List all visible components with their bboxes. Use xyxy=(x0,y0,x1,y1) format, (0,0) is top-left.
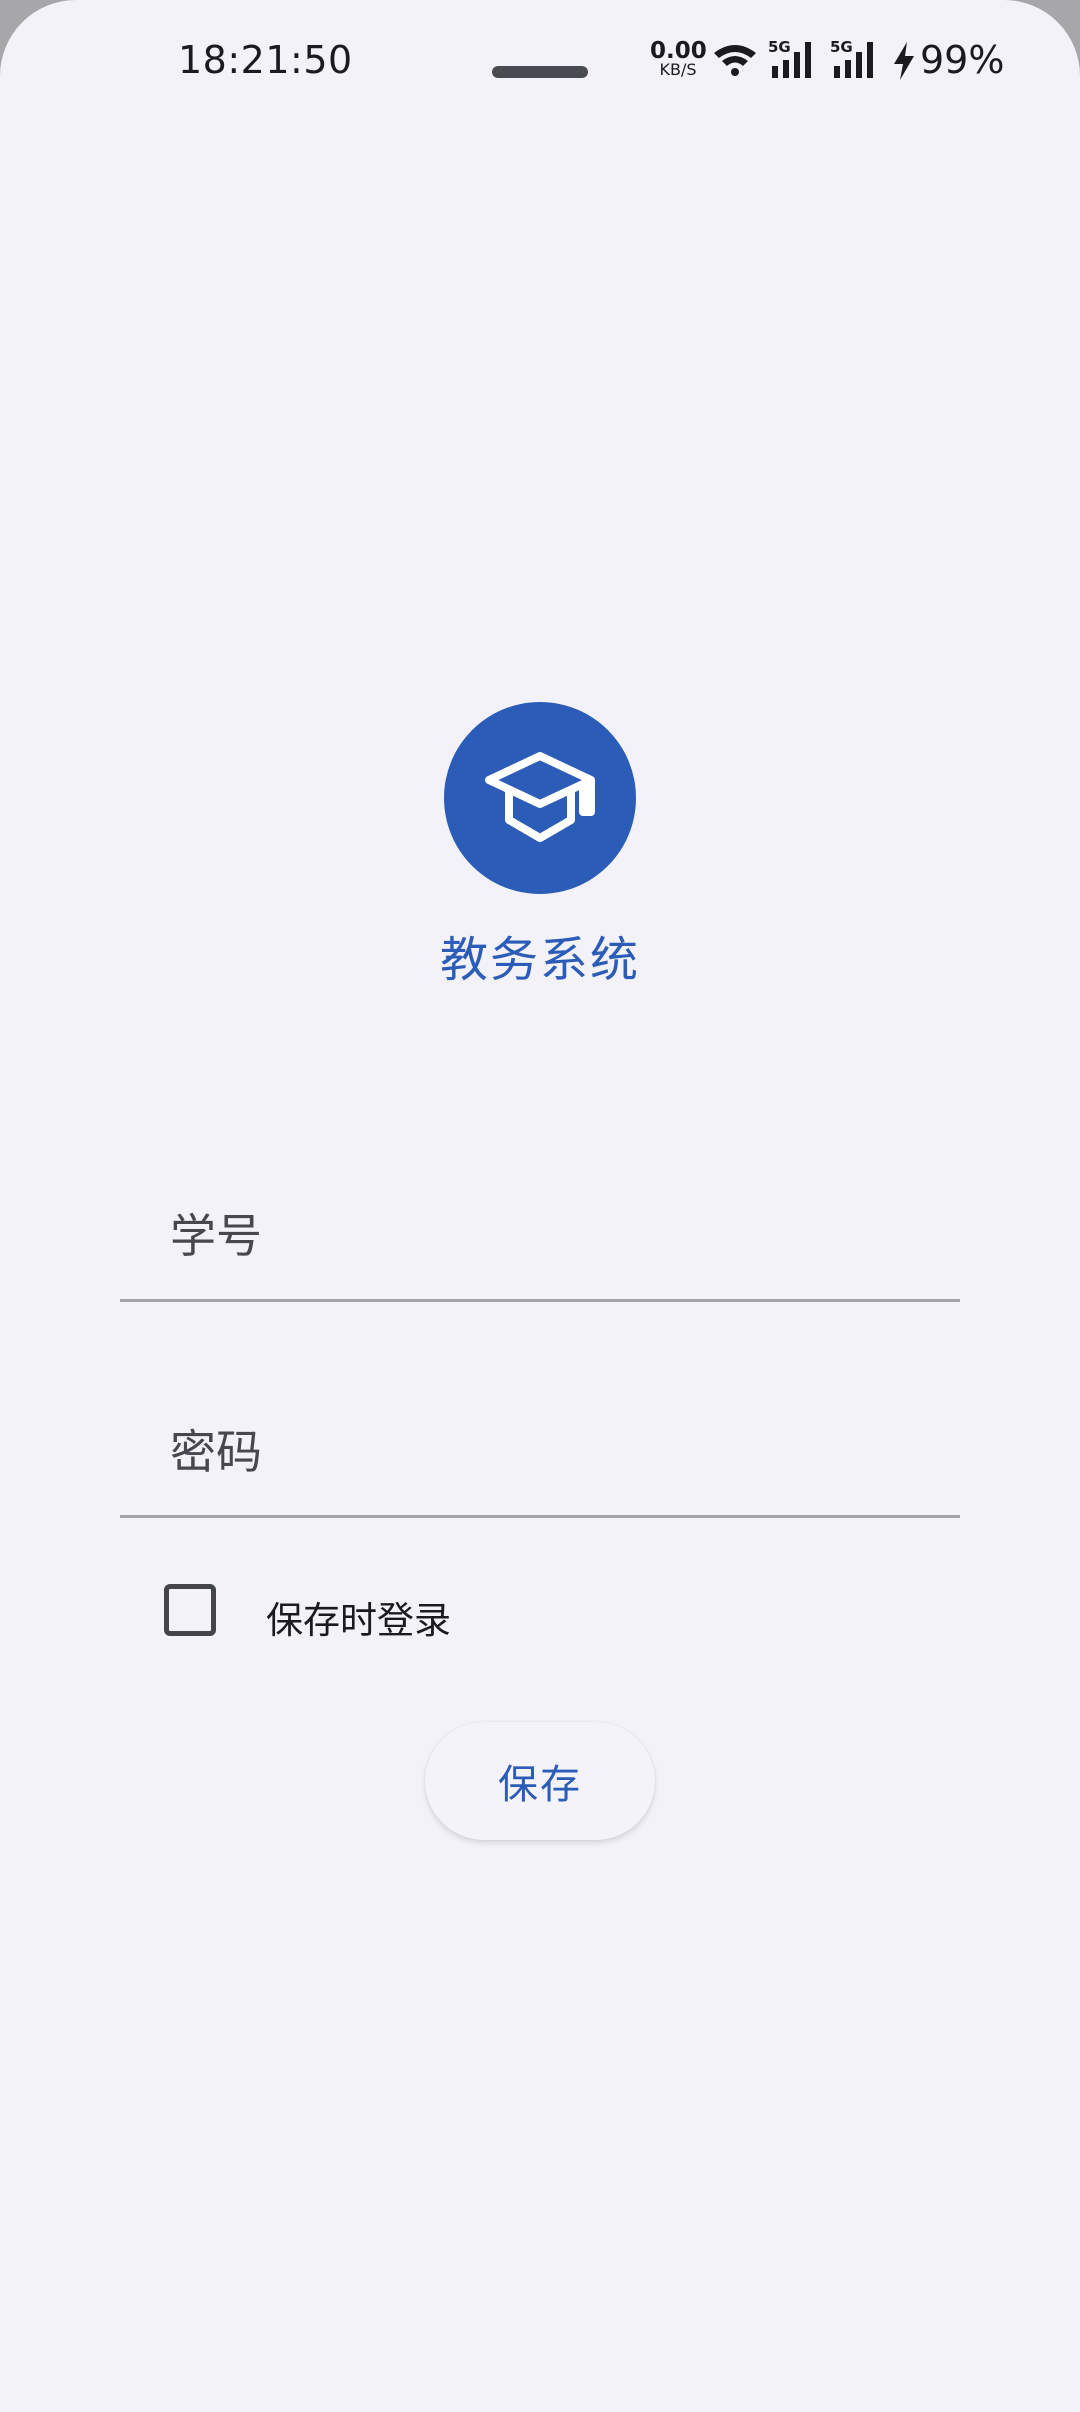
student-id-field-container xyxy=(120,1172,960,1302)
app-title: 教务系统 xyxy=(439,932,640,988)
login-on-save-row[interactable]: 保存时登录 xyxy=(140,1574,640,1654)
login-on-save-checkbox[interactable] xyxy=(164,1584,216,1636)
password-field-container xyxy=(120,1388,960,1518)
battery-percent: 99% xyxy=(920,38,1005,82)
network-speed: 0.00 KB/S xyxy=(650,38,707,79)
password-input[interactable] xyxy=(120,1388,960,1516)
signal-icon-sim1: 5G xyxy=(768,38,811,78)
notch-pill xyxy=(492,66,588,78)
status-icons: 0.00 KB/S 5G 5G 99% xyxy=(650,30,1010,90)
svg-text:5G: 5G xyxy=(768,38,791,56)
status-time: 18:21:50 xyxy=(178,38,353,82)
student-id-underline xyxy=(120,1299,960,1302)
app-logo xyxy=(444,702,636,894)
login-on-save-label: 保存时登录 xyxy=(266,1599,451,1642)
wifi-icon xyxy=(714,45,756,76)
network-speed-unit: KB/S xyxy=(659,60,697,79)
charging-bolt-icon xyxy=(894,42,914,80)
save-button[interactable]: 保存 xyxy=(425,1722,655,1840)
password-underline xyxy=(120,1515,960,1518)
app-screen: 18:21:50 0.00 KB/S 5G 5G 99% 教务系统 学号 保存时… xyxy=(0,0,1080,2412)
svg-text:5G: 5G xyxy=(830,38,853,56)
student-id-input[interactable] xyxy=(120,1172,960,1300)
graduation-cap-icon xyxy=(485,752,595,842)
signal-icon-sim2: 5G xyxy=(830,38,873,78)
network-speed-value: 0.00 xyxy=(650,38,707,64)
